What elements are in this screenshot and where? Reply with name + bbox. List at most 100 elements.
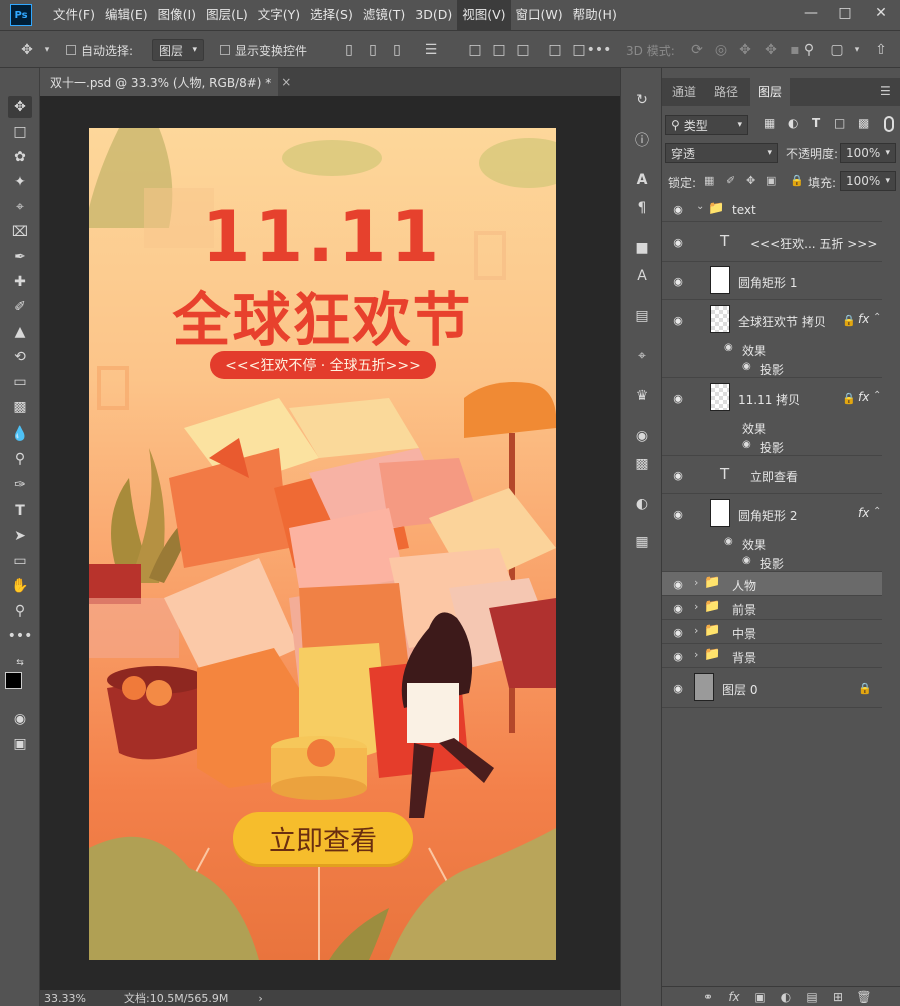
- marquee-icon[interactable]: □: [8, 121, 32, 143]
- magic-wand-icon[interactable]: ✦: [8, 171, 32, 193]
- align-left-icon[interactable]: ▯: [340, 40, 358, 60]
- gradient-icon[interactable]: ▩: [8, 396, 32, 418]
- layer-row-text-group[interactable]: ◉ ⌄ 📁 text: [662, 197, 882, 222]
- type-icon[interactable]: T: [8, 500, 32, 522]
- lock-position-icon[interactable]: ✥: [746, 174, 755, 187]
- opacity-input[interactable]: 100% ▾: [840, 143, 896, 163]
- align-center-icon[interactable]: ▯: [364, 40, 382, 60]
- crop-icon[interactable]: ⌖: [8, 196, 32, 218]
- close-tab-icon[interactable]: ×: [281, 75, 291, 89]
- move-tool-icon[interactable]: ✥: [8, 96, 32, 118]
- fill-input[interactable]: 100% ▾: [840, 171, 896, 191]
- dodge-icon[interactable]: ⚲: [8, 448, 32, 470]
- 3d-pan-icon[interactable]: ✥: [736, 40, 754, 60]
- path-select-icon[interactable]: ➤: [8, 525, 32, 547]
- distribute-icon[interactable]: ☰: [422, 40, 440, 60]
- tab-layers[interactable]: 图层: [750, 78, 791, 106]
- menu-select[interactable]: 选择(S): [305, 0, 358, 30]
- more-icon[interactable]: •••: [8, 625, 33, 647]
- visibility-eye-icon[interactable]: ◉: [670, 625, 686, 639]
- align-middle-icon[interactable]: □: [490, 40, 508, 60]
- auto-select-target-dropdown[interactable]: 图层 ▾: [152, 39, 204, 61]
- libraries-icon[interactable]: ▩: [630, 452, 654, 476]
- filter-toggle-icon[interactable]: [884, 116, 894, 132]
- layer-effects-row[interactable]: 效果: [662, 418, 882, 436]
- eyedropper-icon[interactable]: ✒: [8, 246, 32, 268]
- share-icon[interactable]: ⇧: [872, 40, 890, 60]
- clone-source-icon[interactable]: ■: [630, 236, 654, 260]
- menu-help[interactable]: 帮助(H): [568, 0, 622, 30]
- clone-stamp-icon[interactable]: ▲: [8, 321, 32, 343]
- align-bottom-icon[interactable]: □: [514, 40, 532, 60]
- effects-eye-icon[interactable]: ◉: [724, 342, 733, 353]
- foreground-color-swatch[interactable]: [5, 672, 22, 689]
- fx-icon[interactable]: fx: [726, 989, 742, 1005]
- history-icon[interactable]: ↻: [630, 88, 654, 112]
- lasso-icon[interactable]: ✿: [8, 146, 32, 168]
- visibility-eye-icon[interactable]: ◉: [670, 507, 686, 521]
- zoom-level[interactable]: 33.33%: [44, 992, 104, 1005]
- hand-icon[interactable]: ✋: [8, 575, 32, 597]
- actions-icon[interactable]: ♛: [630, 384, 654, 408]
- menu-layer[interactable]: 图层(L): [201, 0, 253, 30]
- effects-eye-icon[interactable]: ◉: [724, 536, 733, 547]
- fx-icon[interactable]: fx: [858, 506, 869, 520]
- layer-row-person-group[interactable]: ◉ › 📁 人物: [662, 572, 882, 596]
- pen-icon[interactable]: ✑: [8, 474, 32, 496]
- poster-cta-button[interactable]: 立即查看: [233, 812, 413, 864]
- layer-row-background-group[interactable]: ◉ › 📁 背景: [662, 644, 882, 668]
- photoshop-logo[interactable]: Ps: [10, 4, 32, 26]
- blend-mode-dropdown[interactable]: 穿透 ▾: [665, 143, 778, 163]
- menu-edit[interactable]: 编辑(E): [100, 0, 153, 30]
- chevron-right-icon[interactable]: ›: [694, 576, 698, 589]
- visibility-eye-icon[interactable]: ◉: [670, 235, 686, 249]
- quick-mask-icon[interactable]: ◉: [8, 708, 32, 730]
- fx-icon[interactable]: fx: [858, 312, 869, 326]
- visibility-eye-icon[interactable]: ◉: [670, 313, 686, 327]
- frame-icon[interactable]: ⌧: [8, 221, 32, 243]
- chevron-up-icon[interactable]: ⌃: [873, 390, 881, 401]
- eraser-icon[interactable]: ▭: [8, 371, 32, 393]
- chevron-right-icon[interactable]: ›: [694, 648, 698, 661]
- layer-row-midground-group[interactable]: ◉ › 📁 中景: [662, 620, 882, 644]
- filter-adjustment-icon[interactable]: ◐: [788, 116, 798, 130]
- distribute-horizontal-icon[interactable]: □: [570, 40, 588, 60]
- swap-colors-icon[interactable]: ⇆: [8, 652, 32, 674]
- visibility-eye-icon[interactable]: ◉: [670, 202, 686, 216]
- menu-view[interactable]: 视图(V): [457, 0, 511, 30]
- zoom-icon[interactable]: ⚲: [8, 600, 32, 622]
- menu-window[interactable]: 窗口(W): [511, 0, 568, 30]
- visibility-eye-icon[interactable]: ◉: [670, 601, 686, 615]
- mask-icon[interactable]: ▣: [752, 989, 768, 1005]
- crop-presets-icon[interactable]: ⌖: [630, 344, 654, 368]
- glyphs-icon[interactable]: A: [630, 264, 654, 288]
- visibility-eye-icon[interactable]: ◉: [670, 649, 686, 663]
- menu-filter[interactable]: 滤镜(T): [358, 0, 410, 30]
- rectangle-icon[interactable]: ▭: [8, 550, 32, 572]
- healing-brush-icon[interactable]: ✚: [8, 271, 32, 293]
- document-tab[interactable]: 双十一.psd @ 33.3% (人物, RGB/8#) * ×: [40, 68, 291, 96]
- layer-row-title-copy[interactable]: ◉ 11.11 拷贝 🔒 fx ⌃: [662, 378, 882, 418]
- adjustment-icon[interactable]: ◐: [778, 989, 794, 1005]
- poster-canvas[interactable]: 11.11 全球狂欢节 <<<狂欢不停 · 全球五折>>> 立即查看: [89, 128, 556, 960]
- layer-effect-drop-shadow-row[interactable]: ◉ 投影: [662, 436, 882, 456]
- 3d-slide-icon[interactable]: ✥: [762, 40, 780, 60]
- align-top-icon[interactable]: □: [466, 40, 484, 60]
- layer-row-layer-0[interactable]: ◉ 图层 0 🔒: [662, 668, 882, 708]
- chevron-right-icon[interactable]: ›: [694, 600, 698, 613]
- delete-icon[interactable]: 🗑: [856, 989, 872, 1005]
- align-right-icon[interactable]: ▯: [388, 40, 406, 60]
- layer-effects-row[interactable]: ◉ 效果: [662, 534, 882, 552]
- layer-effect-drop-shadow-row[interactable]: ◉ 投影: [662, 358, 882, 378]
- chevron-up-icon[interactable]: ⌃: [873, 506, 881, 517]
- chevron-down-icon[interactable]: ⌄: [696, 201, 704, 212]
- table-icon[interactable]: ▦: [630, 530, 654, 554]
- effect-eye-icon[interactable]: ◉: [742, 361, 751, 372]
- visibility-eye-icon[interactable]: ◉: [670, 681, 686, 695]
- workspace-icon[interactable]: ▢: [828, 40, 846, 60]
- chevron-right-icon[interactable]: ›: [694, 624, 698, 637]
- brush-icon[interactable]: ✐: [8, 296, 32, 318]
- tab-channels[interactable]: 通道: [664, 78, 704, 106]
- histogram-icon[interactable]: ▤: [630, 304, 654, 328]
- screen-mode-icon[interactable]: ▣: [8, 733, 32, 755]
